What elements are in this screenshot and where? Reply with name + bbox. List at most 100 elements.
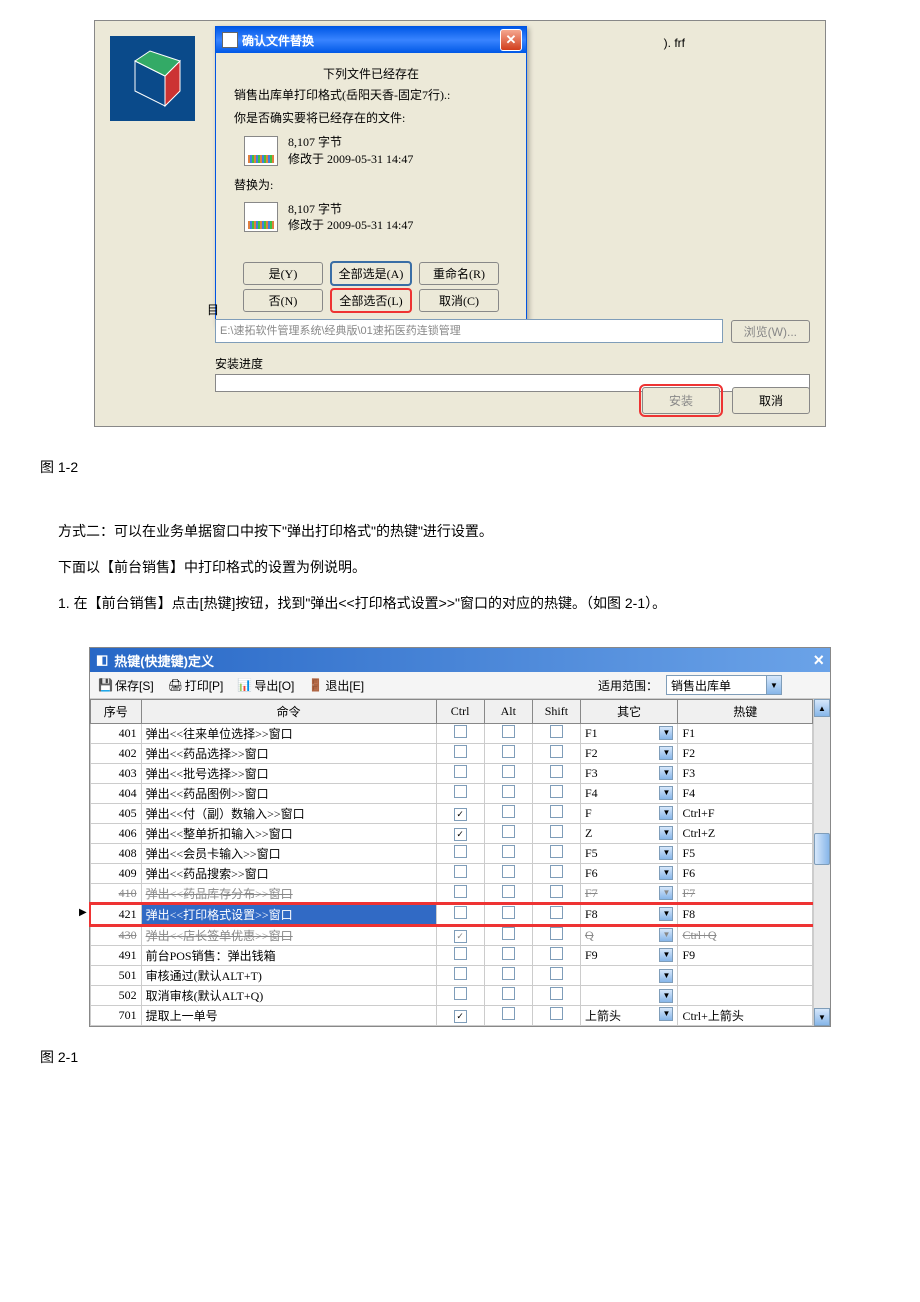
checkbox[interactable] (550, 765, 563, 778)
checkbox[interactable] (550, 1007, 563, 1020)
checkbox[interactable] (502, 785, 515, 798)
checkbox[interactable] (454, 947, 467, 960)
checkbox[interactable] (454, 967, 467, 980)
table-row[interactable]: 409弹出<<药品搜索>>窗口F6▼F6 (91, 864, 813, 884)
chevron-down-icon[interactable]: ▼ (659, 1007, 673, 1021)
close-icon[interactable]: × (813, 650, 824, 671)
save-button[interactable]: 💾 保存[S] (98, 677, 154, 694)
table-row[interactable]: 421▶弹出<<打印格式设置>>窗口F8▼F8 (91, 904, 813, 925)
checkbox[interactable] (502, 745, 515, 758)
checkbox[interactable] (502, 865, 515, 878)
dialog-msg-replace: 替换为: (234, 176, 508, 193)
checkbox[interactable] (502, 845, 515, 858)
exit-button[interactable]: 🚪 退出[E] (308, 677, 364, 694)
close-icon[interactable]: ✕ (500, 29, 522, 51)
checkbox[interactable] (502, 725, 515, 738)
table-row[interactable]: 405弹出<<付（副）数输入>>窗口✓F▼Ctrl+F (91, 804, 813, 824)
checkbox[interactable] (454, 885, 467, 898)
chevron-down-icon[interactable]: ▼ (659, 928, 673, 942)
scroll-thumb[interactable] (814, 833, 830, 865)
checkbox[interactable]: ✓ (454, 808, 467, 821)
scroll-down-icon[interactable]: ▼ (814, 1008, 830, 1026)
checkbox[interactable] (550, 947, 563, 960)
scroll-up-icon[interactable]: ▲ (814, 699, 830, 717)
checkbox[interactable] (454, 745, 467, 758)
checkbox[interactable] (502, 967, 515, 980)
checkbox[interactable] (550, 865, 563, 878)
chevron-down-icon[interactable]: ▼ (659, 907, 673, 921)
checkbox[interactable] (550, 927, 563, 940)
table-row[interactable]: 404弹出<<药品图例>>窗口F4▼F4 (91, 784, 813, 804)
chevron-down-icon[interactable]: ▼ (659, 826, 673, 840)
chevron-down-icon[interactable]: ▼ (659, 866, 673, 880)
install-button[interactable]: 安装 (642, 387, 720, 414)
checkbox[interactable]: ✓ (454, 828, 467, 841)
chevron-down-icon[interactable]: ▼ (659, 746, 673, 760)
col-other: 其它 (580, 700, 678, 724)
table-row[interactable]: 701提取上一单号✓上箭头▼Ctrl+上箭头 (91, 1006, 813, 1026)
checkbox[interactable] (502, 906, 515, 919)
table-row[interactable]: 406弹出<<整单折扣输入>>窗口✓Z▼Ctrl+Z (91, 824, 813, 844)
checkbox[interactable] (550, 785, 563, 798)
checkbox[interactable] (454, 987, 467, 1000)
file-extension-label: ). frf (664, 36, 685, 50)
checkbox[interactable] (550, 725, 563, 738)
checkbox[interactable] (550, 805, 563, 818)
checkbox[interactable] (454, 765, 467, 778)
scope-select[interactable]: 销售出库单 ▼ (666, 675, 782, 695)
chevron-down-icon[interactable]: ▼ (659, 886, 673, 900)
table-row[interactable]: 403弹出<<批号选择>>窗口F3▼F3 (91, 764, 813, 784)
print-button[interactable]: 🖨 打印[P] (168, 677, 224, 694)
chevron-down-icon[interactable]: ▼ (659, 989, 673, 1003)
chevron-down-icon[interactable]: ▼ (659, 846, 673, 860)
checkbox[interactable] (550, 967, 563, 980)
checkbox[interactable] (502, 765, 515, 778)
checkbox[interactable] (550, 885, 563, 898)
chevron-down-icon[interactable]: ▼ (659, 786, 673, 800)
checkbox[interactable] (454, 785, 467, 798)
checkbox[interactable]: ✓ (454, 1010, 467, 1023)
browse-button[interactable]: 浏览(W)... (731, 320, 810, 343)
col-shift: Shift (532, 700, 580, 724)
table-row[interactable]: 401弹出<<往来单位选择>>窗口F1▼F1 (91, 724, 813, 744)
export-button[interactable]: 📊 导出[O] (237, 677, 294, 694)
checkbox[interactable] (502, 927, 515, 940)
install-path-input[interactable]: E:\速拓软件管理系统\经典版\01速拓医药连锁管理 (215, 319, 723, 343)
yes-button[interactable]: 是(Y) (243, 262, 323, 285)
all-yes-button[interactable]: 全部选是(A) (331, 262, 411, 285)
cancel-install-button[interactable]: 取消 (732, 387, 810, 414)
checkbox[interactable] (502, 1007, 515, 1020)
table-row[interactable]: 430弹出<<店长签单优惠>>窗口✓Q▼Ctrl+Q (91, 925, 813, 946)
table-row[interactable]: 408弹出<<会员卡输入>>窗口F5▼F5 (91, 844, 813, 864)
checkbox[interactable] (550, 745, 563, 758)
checkbox[interactable] (454, 906, 467, 919)
checkbox[interactable] (502, 825, 515, 838)
hotkey-table: 序号 命令 Ctrl Alt Shift 其它 热键 401弹出<<往来单位选择… (90, 699, 813, 1026)
checkbox[interactable]: ✓ (454, 930, 467, 943)
chevron-down-icon[interactable]: ▼ (659, 969, 673, 983)
checkbox[interactable] (454, 865, 467, 878)
table-row[interactable]: 501审核通过(默认ALT+T)▼ (91, 966, 813, 986)
col-alt: Alt (484, 700, 532, 724)
chevron-down-icon[interactable]: ▼ (659, 726, 673, 740)
rename-button[interactable]: 重命名(R) (419, 262, 499, 285)
table-row[interactable]: 410弹出<<药品库存分布>>窗口F7▼F7 (91, 884, 813, 905)
checkbox[interactable] (454, 725, 467, 738)
vertical-scrollbar[interactable]: ▲ ▼ (813, 699, 830, 1026)
chevron-down-icon[interactable]: ▼ (659, 806, 673, 820)
table-row[interactable]: 491前台POS销售：弹出钱箱F9▼F9 (91, 946, 813, 966)
checkbox[interactable] (502, 885, 515, 898)
installer-window: ). frf 确认文件替换 ✕ 下列文件已经存在 销售出库单打印格式(岳阳天香-… (94, 20, 826, 427)
checkbox[interactable] (454, 845, 467, 858)
chevron-down-icon[interactable]: ▼ (659, 766, 673, 780)
table-row[interactable]: 402弹出<<药品选择>>窗口F2▼F2 (91, 744, 813, 764)
table-row[interactable]: 502取消审核(默认ALT+Q)▼ (91, 986, 813, 1006)
checkbox[interactable] (550, 987, 563, 1000)
chevron-down-icon[interactable]: ▼ (659, 948, 673, 962)
checkbox[interactable] (502, 947, 515, 960)
checkbox[interactable] (550, 825, 563, 838)
checkbox[interactable] (502, 805, 515, 818)
checkbox[interactable] (550, 906, 563, 919)
checkbox[interactable] (502, 987, 515, 1000)
checkbox[interactable] (550, 845, 563, 858)
